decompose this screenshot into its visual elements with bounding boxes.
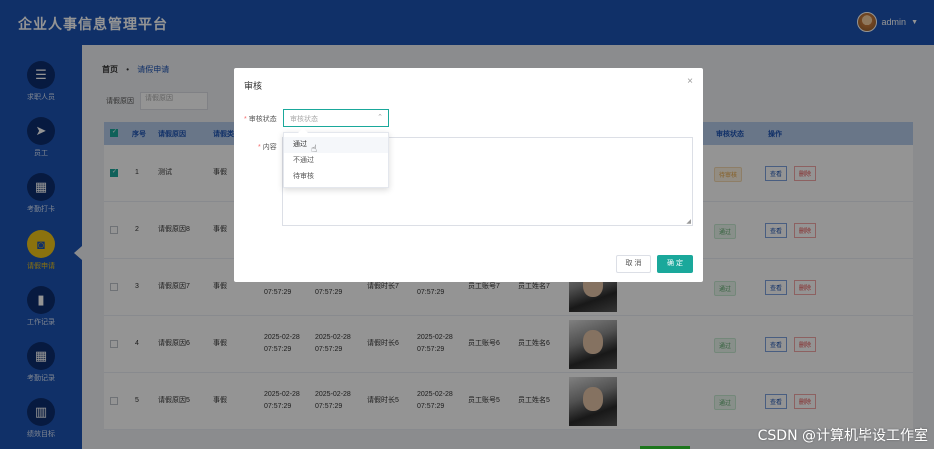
resize-handle-icon[interactable]: ◢	[686, 218, 691, 225]
watermark: CSDN @计算机毕设工作室	[757, 428, 928, 444]
select-placeholder: 审核状态	[290, 116, 318, 123]
cancel-button[interactable]: 取 消	[616, 255, 651, 273]
content-field-label: * 内容	[258, 144, 277, 151]
dropdown-option-pending[interactable]: 待审核	[284, 169, 388, 185]
confirm-button[interactable]: 确 定	[657, 255, 693, 273]
status-dropdown: 通过 不通过 待审核	[283, 128, 389, 188]
review-status-select[interactable]: 审核状态 ⌃	[283, 109, 389, 127]
dialog-title: 审核	[244, 81, 263, 91]
hand-cursor-icon: ☝	[311, 144, 318, 155]
status-field-label: * 审核状态	[244, 116, 277, 123]
dropdown-option-reject[interactable]: 不通过	[284, 153, 388, 169]
chevron-up-icon: ⌃	[377, 114, 383, 121]
dropdown-option-pass[interactable]: 通过	[284, 137, 388, 153]
close-icon[interactable]: ×	[687, 76, 693, 87]
